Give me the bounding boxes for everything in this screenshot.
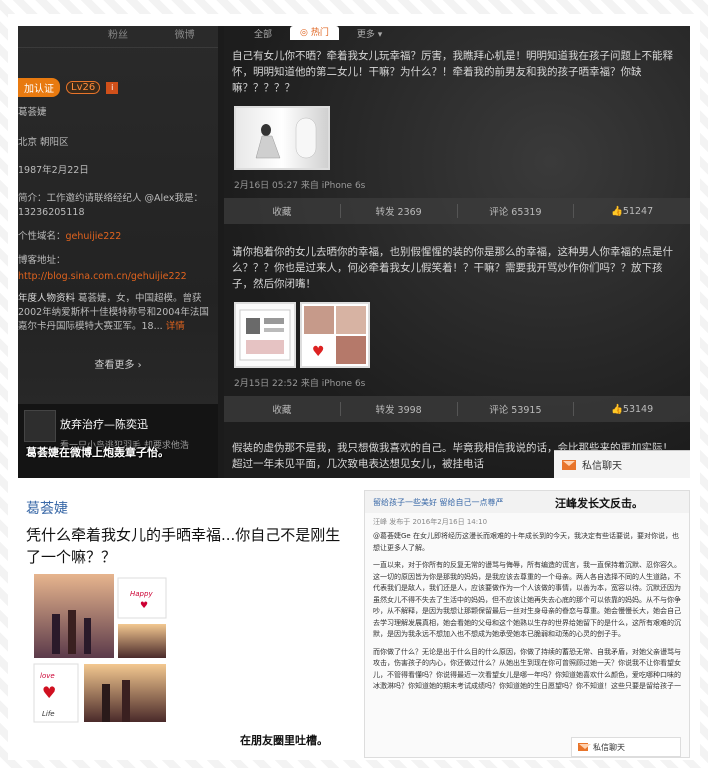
caption-article: 汪峰发长文反击。 <box>555 497 643 510</box>
profile-tabs: 粉丝 微博 <box>18 26 218 48</box>
photo-figure-icon <box>255 117 317 159</box>
weibo-screenshot: 粉丝 微博 加认证 Lv26 i 葛荟婕 北京 朝阳区 1987年2月22日 简… <box>18 26 690 478</box>
see-more-link[interactable]: 查看更多 › <box>18 356 218 371</box>
collage-frame: 粉丝 微博 加认证 Lv26 i 葛荟婕 北京 朝阳区 1987年2月22日 简… <box>8 14 700 760</box>
domain-label: 个性域名： <box>18 231 66 242</box>
post-actions: 收藏 转发 2369 评论 65319 👍51247 <box>224 198 690 224</box>
profile-intro: 简介：工作邀约请联络经纪人 @Alex我是： <box>18 192 218 206</box>
tab-follow[interactable] <box>18 26 85 47</box>
profile-name: 葛荟婕 <box>18 107 47 118</box>
mail-icon <box>562 459 576 470</box>
post-actions: 收藏 转发 3998 评论 53915 👍53149 <box>224 396 690 422</box>
moments-post: 葛荟婕 凭什么牵着我女儿的手晒幸福...你自己不是刚生了一个嘛？？ Happy … <box>18 478 354 760</box>
photo-collage-icon: ♥ <box>304 306 366 364</box>
private-message-button[interactable]: 私信聊天 <box>554 450 690 478</box>
profile-location: 北京 朝阳区 <box>18 137 69 148</box>
profile-domain: 个性域名：gehuijie222 <box>18 230 218 244</box>
favorite-button[interactable]: 收藏 <box>224 204 341 218</box>
article-body: @葛荟婕Ge 在女儿即将经历这漫长而艰难的十年成长到的今天，我决定有些话要说，要… <box>373 531 681 699</box>
blog-label: 博客地址： <box>18 255 66 266</box>
caption-moments: 在朋友圈里吐槽。 <box>240 734 328 747</box>
author-name[interactable]: 葛荟婕 <box>26 498 68 518</box>
article-paragraph: 一直以来，对于你所有的反复无常的谩骂与侮辱，所有编造的谎言，我一直保持着沉默、忍… <box>373 561 681 638</box>
music-title: 放弃治疗—陈奕迅 <box>60 418 148 431</box>
svg-text:love: love <box>40 672 55 680</box>
bio-more-link[interactable]: 详情 <box>166 321 185 332</box>
moments-photo-collage[interactable]: Happy ♥ love ♥ Life <box>32 574 232 724</box>
like-count: 53149 <box>622 403 654 415</box>
tab-more[interactable]: 更多 ▾ <box>347 27 392 40</box>
post-photo[interactable]: ♥ <box>300 302 370 368</box>
intro-label: 简介： <box>18 193 47 204</box>
svg-text:Life: Life <box>42 710 55 718</box>
tab-fans[interactable]: 粉丝 <box>85 26 152 47</box>
repost-button[interactable]: 转发 3998 <box>341 402 458 416</box>
tab-hot[interactable]: 热门 <box>290 26 339 40</box>
article-title[interactable]: 留给孩子一些美好 留给自己一点尊严 <box>373 497 504 508</box>
caption-weibo: 葛荟婕在微博上炮轰章子怡。 <box>26 446 169 459</box>
level-badge[interactable]: Lv26 <box>66 81 101 94</box>
thumbs-up-icon: 👍 <box>611 205 623 217</box>
post-text: 自己有女儿你不晒？牵着我女儿玩幸福？厉害，我瞧拜心机是！明明知道我在孩子问题上不… <box>232 50 673 94</box>
music-card[interactable]: 放弃治疗—陈奕迅 看一只小鸟逃犯羽毛 却要求他浩 <box>18 404 218 478</box>
svg-text:♥: ♥ <box>140 601 148 611</box>
tab-all[interactable]: 全部 <box>244 27 282 40</box>
domain-link[interactable]: gehuijie222 <box>66 231 122 242</box>
article-paragraph: 而你做了什么？无论是出于什么目的什么原因，你做了持续的蓄恐无常、自我矛盾，对她父… <box>373 647 681 691</box>
article-paragraph: @葛荟婕Ge 在女儿即将经历这漫长而艰难的十年成长到的今天，我决定有些话要说，要… <box>373 532 679 552</box>
post-text: 请你抱着你的女儿去晒你的幸福，也别假惺惺的装的你是那么的幸福，这种男人你幸福的点… <box>232 246 673 290</box>
blog-link[interactable]: http://blog.sina.com.cn/gehuijie222 <box>18 270 218 284</box>
post-meta: 2月15日 22:52 来自 iPhone 6s <box>234 379 366 389</box>
favorite-button[interactable]: 收藏 <box>224 402 341 416</box>
feed: 全部 热门 更多 ▾ 自己有女儿你不晒？牵着我女儿玩幸福？厉害，我瞧拜心机是！明… <box>224 26 690 478</box>
profile-bio: 年度人物资料 葛荟婕，女，中国超模。曾获2002年纳爱斯杯十佳模特称号和2004… <box>18 292 218 334</box>
album-thumbnail <box>24 410 56 442</box>
badge-row: 加认证 Lv26 i <box>18 78 119 97</box>
comment-button[interactable]: 评论 65319 <box>458 204 575 218</box>
post-photo[interactable] <box>234 302 296 368</box>
post-photo[interactable] <box>234 106 330 170</box>
profile-sidebar: 粉丝 微博 加认证 Lv26 i 葛荟婕 北京 朝阳区 1987年2月22日 简… <box>18 26 218 478</box>
repost-button[interactable]: 转发 2369 <box>341 204 458 218</box>
like-button[interactable]: 👍53149 <box>574 404 690 415</box>
like-count: 51247 <box>622 205 654 217</box>
post-meta: 2月16日 05:27 来自 iPhone 6s <box>234 181 366 191</box>
moments-text: 凭什么牵着我女儿的手晒幸福...你自己不是刚生了一个嘛？？ <box>26 526 341 566</box>
verified-badge[interactable]: 加认证 <box>18 78 60 97</box>
member-icon[interactable]: i <box>106 81 119 94</box>
feed-post: 自己有女儿你不晒？牵着我女儿玩幸福？厉害，我瞧拜心机是！明明知道我在孩子问题上不… <box>224 48 690 96</box>
feed-tabs: 全部 热门 更多 ▾ <box>224 26 690 40</box>
profile-birthday: 1987年2月22日 <box>18 165 89 176</box>
bio-heading: 年度人物资料 <box>18 293 76 304</box>
intro-phone: 13236205118 <box>18 207 85 218</box>
comment-button[interactable]: 评论 53915 <box>458 402 575 416</box>
dm-label: 私信聊天 <box>593 742 625 752</box>
private-message-button[interactable]: 私信聊天 <box>571 737 681 757</box>
svg-text:♥: ♥ <box>42 683 56 702</box>
long-article: 留给孩子一些美好 留给自己一点尊严 汪峰发长文反击。 汪峰 发布于 2016年2… <box>364 490 690 758</box>
svg-text:Happy: Happy <box>130 590 153 598</box>
tab-weibo[interactable]: 微博 <box>151 26 218 47</box>
mail-icon <box>578 743 591 751</box>
thumbs-up-icon: 👍 <box>611 403 623 415</box>
photo-collage-icon <box>239 309 291 361</box>
feed-post: 请你抱着你的女儿去晒你的幸福，也别假惺惺的装的你是那么的幸福，这种男人你幸福的点… <box>224 244 690 292</box>
article-header: 留给孩子一些美好 留给自己一点尊严 汪峰发长文反击。 <box>365 491 689 513</box>
dm-label: 私信聊天 <box>582 461 622 472</box>
intro-text: 工作邀约请联络经纪人 @Alex我是： <box>46 193 203 204</box>
article-meta: 汪峰 发布于 2016年2月16日 14:10 <box>373 518 488 526</box>
like-button[interactable]: 👍51247 <box>574 206 690 217</box>
svg-text:♥: ♥ <box>312 344 325 360</box>
